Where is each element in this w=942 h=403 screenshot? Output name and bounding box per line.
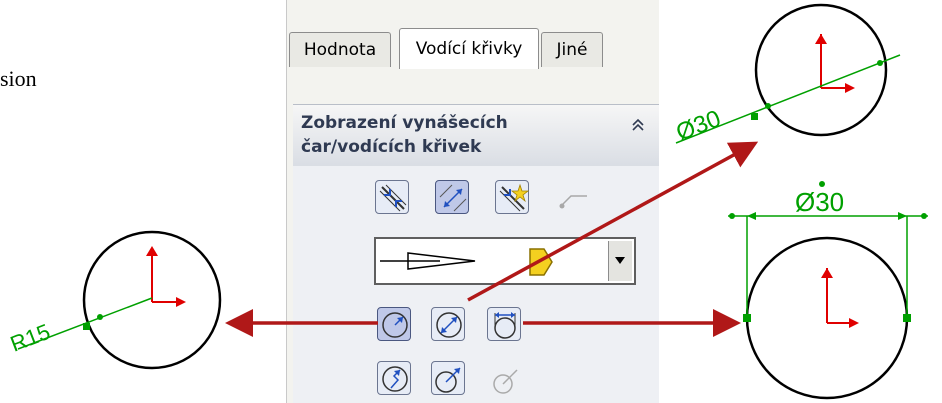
diameter-dimension-label-right: Ø30 — [795, 187, 844, 217]
radius-dimension-label: R15 — [7, 319, 54, 357]
diameter-dimension-label-top: Ø30 — [672, 105, 724, 146]
drawing-overlay: R15 Ø30 Ø30 — [7, 3, 928, 400]
callout-arrow-top — [467, 141, 759, 302]
radius-example-drawing — [17, 230, 222, 370]
